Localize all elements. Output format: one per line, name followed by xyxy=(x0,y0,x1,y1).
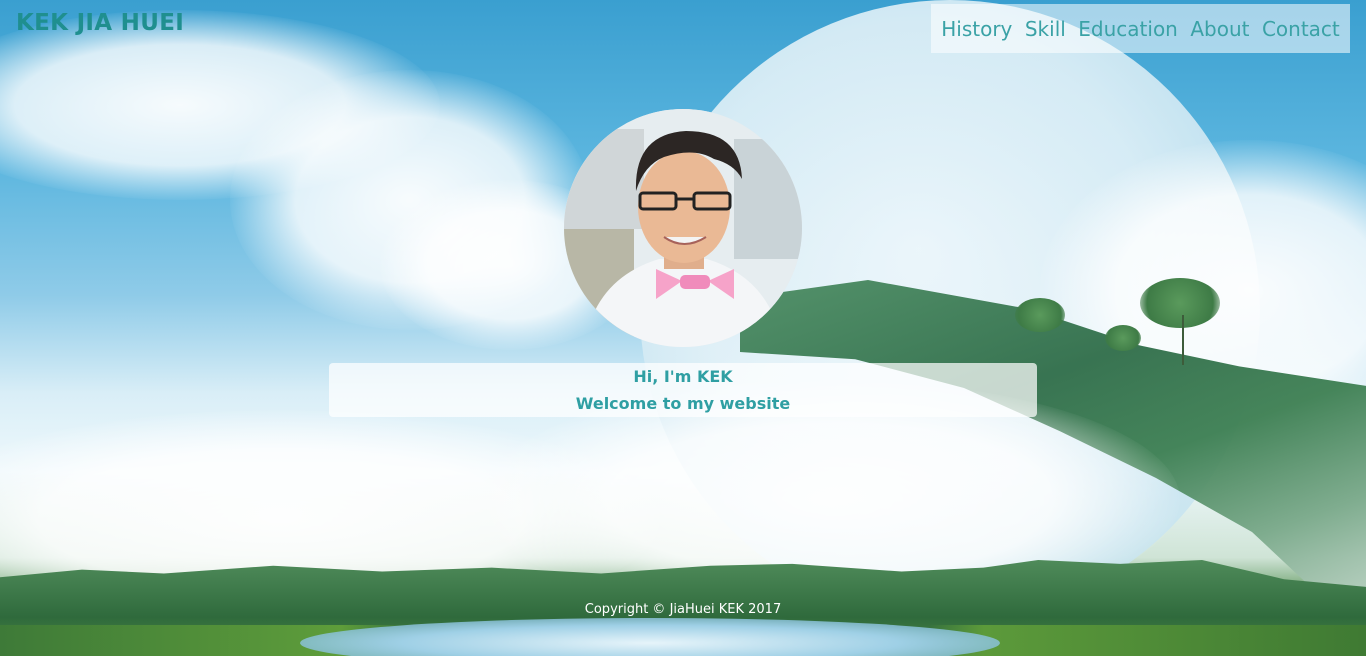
welcome-text: Welcome to my website xyxy=(575,394,791,413)
profile-avatar xyxy=(564,109,802,347)
nav-link-skill[interactable]: Skill xyxy=(1025,17,1066,41)
tree-decoration xyxy=(1140,278,1220,328)
tree-decoration xyxy=(1015,298,1065,332)
profile-photo-icon xyxy=(564,109,802,347)
site-brand[interactable]: KEK JIA HUEI xyxy=(16,10,184,36)
greeting-text: Hi, I'm KEK xyxy=(633,367,733,386)
nav-link-history[interactable]: History xyxy=(941,17,1012,41)
page-background: KEK JIA HUEI History Skill Education Abo… xyxy=(0,0,1366,656)
welcome-banner: Hi, I'm KEK Welcome to my website xyxy=(329,363,1037,417)
footer-copyright: Copyright © JiaHuei KEK 2017 xyxy=(584,602,782,617)
nav-link-contact[interactable]: Contact xyxy=(1262,17,1340,41)
main-nav: History Skill Education About Contact xyxy=(931,4,1350,53)
tree-decoration xyxy=(1105,325,1141,351)
tree-trunk-decoration xyxy=(1182,315,1184,365)
nav-link-education[interactable]: Education xyxy=(1078,17,1178,41)
nav-link-about[interactable]: About xyxy=(1190,17,1249,41)
